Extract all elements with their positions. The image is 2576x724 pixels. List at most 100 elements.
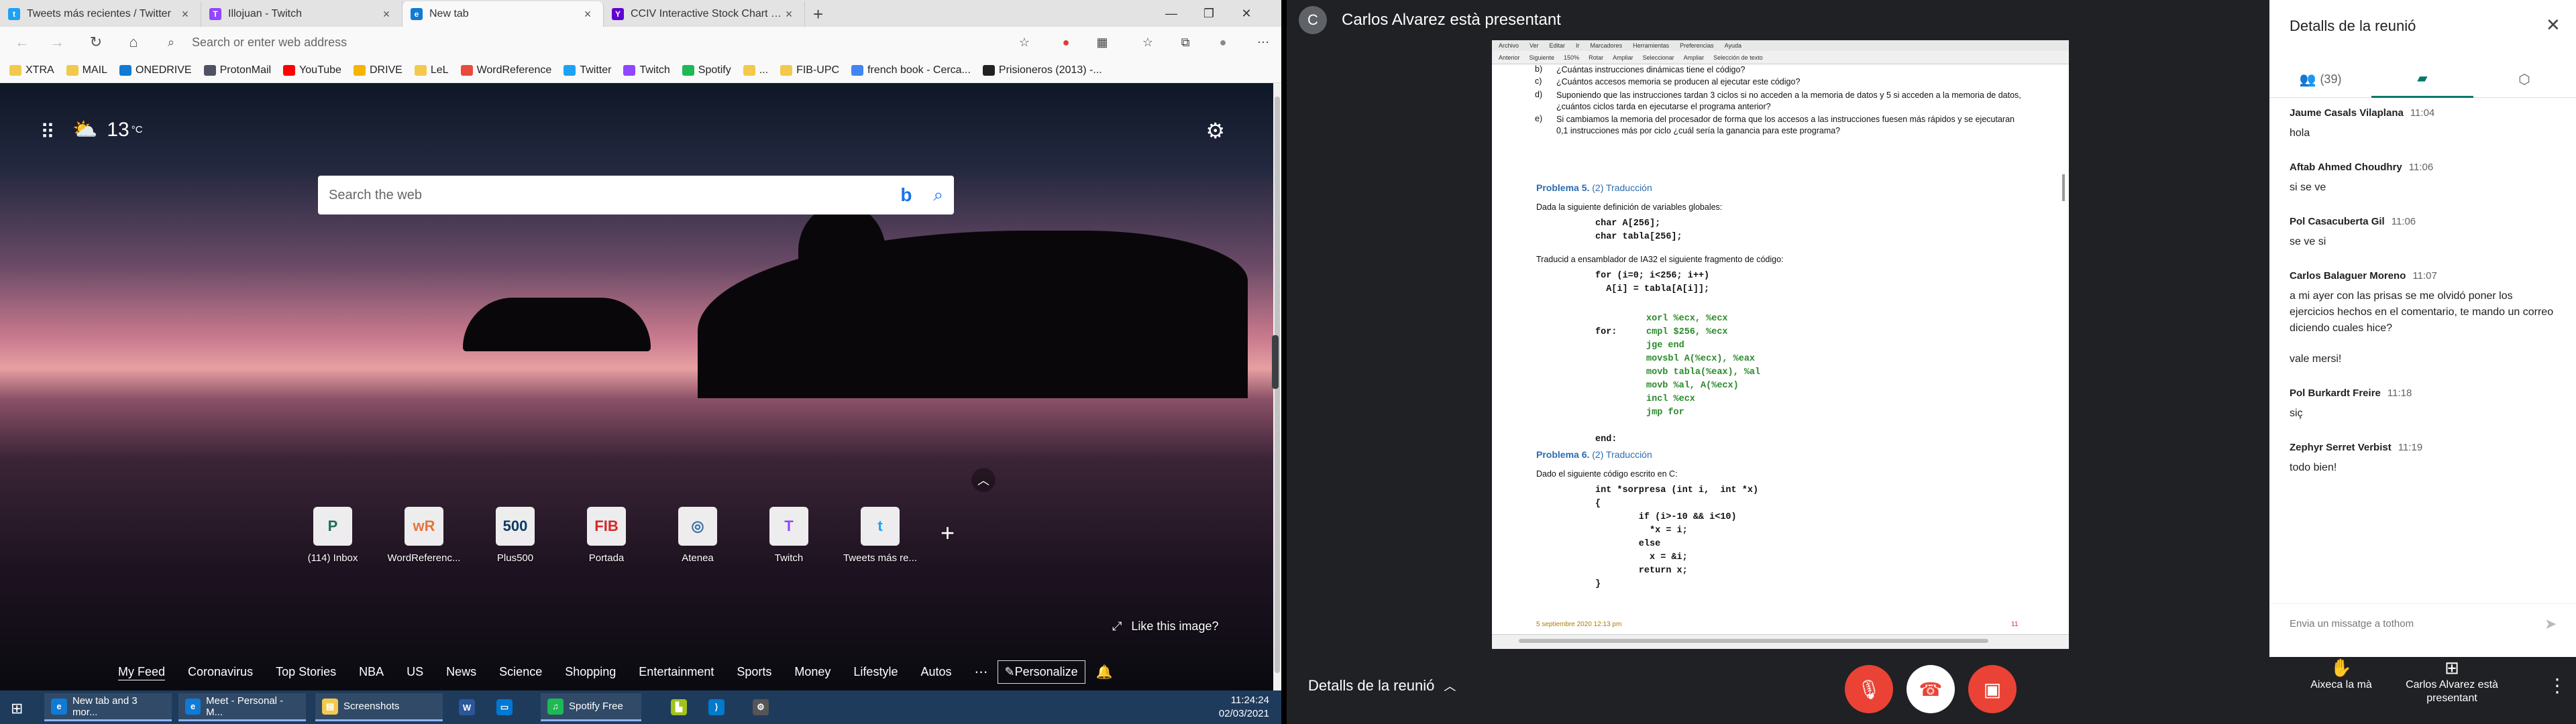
pdf-toolbar-item[interactable]: Selección de texto <box>1713 54 1763 61</box>
bookmark-item[interactable]: ProtonMail <box>203 64 271 76</box>
close-tab-icon[interactable]: × <box>782 7 796 21</box>
more-options-icon[interactable]: ⋮ <box>2548 674 2567 697</box>
raise-hand-button[interactable]: ✋ Aixeca la mà <box>2291 659 2392 692</box>
close-tab-icon[interactable]: × <box>379 7 394 21</box>
taskbar-app[interactable]: W <box>452 693 487 721</box>
favorites-icon[interactable]: ☆ <box>1139 34 1157 51</box>
profile-avatar-icon[interactable]: ● <box>1214 34 1232 51</box>
windows-start-icon[interactable]: ⊞ <box>11 700 23 717</box>
taskbar-app[interactable]: e Meet - Personal - M... <box>178 693 306 721</box>
address-bar[interactable]: ⌕ Search or enter web address <box>158 32 1051 53</box>
feed-tab[interactable]: Top Stories <box>276 665 336 679</box>
quick-link-tile[interactable]: P (114) Inbox <box>287 507 378 564</box>
bookmark-item[interactable]: french book - Cerca... <box>851 64 971 76</box>
extension-icon[interactable]: ● <box>1057 34 1075 51</box>
bookmark-item[interactable]: XTRA <box>9 64 54 76</box>
pdf-menu-item[interactable]: Ayuda <box>1725 42 1741 49</box>
bookmark-item[interactable]: ONEDRIVE <box>119 64 192 76</box>
split-handle[interactable] <box>1272 335 1279 389</box>
taskbar-app[interactable]: ▭ <box>490 693 525 721</box>
bookmark-item[interactable]: FIB-UPC <box>780 64 839 76</box>
forward-icon[interactable]: → <box>47 32 67 52</box>
hang-up-button[interactable]: ☎ <box>1907 665 1955 713</box>
feed-tab[interactable]: Shopping <box>565 665 616 679</box>
pdf-toolbar-item[interactable]: Ampliar <box>1613 54 1633 61</box>
system-clock[interactable]: 11:24:24 02/03/2021 <box>1219 694 1269 721</box>
bookmark-item[interactable]: DRIVE <box>353 64 402 76</box>
taskbar-app[interactable]: ⚙ <box>746 693 781 721</box>
close-window-icon[interactable]: ✕ <box>1228 0 1265 27</box>
refresh-icon[interactable]: ↻ <box>86 32 106 52</box>
back-icon[interactable]: ← <box>12 32 32 52</box>
pdf-toolbar-item[interactable]: Anterior <box>1499 54 1520 61</box>
bookmark-item[interactable]: WordReference <box>460 64 551 76</box>
bookmark-item[interactable]: LeL <box>414 64 449 76</box>
quick-link-tile[interactable]: 500 Plus500 <box>470 507 561 564</box>
quick-link-tile[interactable]: FIB Portada <box>561 507 652 564</box>
minimize-icon[interactable]: — <box>1152 0 1190 27</box>
bookmark-item[interactable]: Prisioneros (2013) -... <box>982 64 1102 76</box>
tab-twitter[interactable]: t Tweets más recientes / Twitter × <box>0 1 201 27</box>
mic-off-button[interactable]: 🎙 <box>1845 665 1893 713</box>
feed-tab[interactable]: My Feed <box>118 665 165 679</box>
web-search-box[interactable]: Search the web b ⌕ <box>318 176 954 215</box>
tab-stock-chart[interactable]: Y CCIV Interactive Stock Chart | Ch × <box>604 1 805 27</box>
bookmark-item[interactable]: YouTube <box>283 64 341 76</box>
weather-widget[interactable]: ⛅ 13 °C <box>72 118 143 141</box>
quick-link-tile[interactable]: ◎ Atenea <box>652 507 743 564</box>
chat-input[interactable]: Envia un missatge a tothom ➤ <box>2269 603 2576 644</box>
tab-twitch[interactable]: T Illojuan - Twitch × <box>201 1 402 27</box>
tab-new-tab[interactable]: e New tab × <box>402 1 604 27</box>
pdf-menu-item[interactable]: Herramientas <box>1633 42 1669 49</box>
tab-activities[interactable]: ⬡ <box>2473 60 2575 98</box>
pdf-menu-item[interactable]: Ir <box>1576 42 1580 49</box>
feed-tab[interactable]: US <box>407 665 423 679</box>
pdf-menu-item[interactable]: Archivo <box>1499 42 1519 49</box>
taskbar-app[interactable]: ⟩ <box>702 693 737 721</box>
feed-tab[interactable]: Lifestyle <box>853 665 898 679</box>
tab-people[interactable]: 👥 (39) <box>2269 60 2371 98</box>
camera-off-button[interactable]: ▣ <box>1968 665 2017 713</box>
presenting-button[interactable]: ⊞ Carlos Alvarez està presentant <box>2402 659 2502 705</box>
personalize-button[interactable]: ✎ Personalize <box>997 660 1085 684</box>
pdf-menu-item[interactable]: Preferencias <box>1680 42 1714 49</box>
favorite-star-icon[interactable]: ☆ <box>1016 34 1033 51</box>
taskbar-app[interactable]: ▤ Screenshots <box>315 693 443 721</box>
close-icon[interactable]: ✕ <box>2546 15 2561 36</box>
close-tab-icon[interactable]: × <box>580 7 595 21</box>
taskbar-app[interactable]: e New tab and 3 mor... <box>44 693 172 721</box>
feed-tab[interactable]: Autos <box>920 665 951 679</box>
more-menu-icon[interactable]: ⋯ <box>1254 34 1272 51</box>
taskbar-app[interactable]: ▙ <box>664 693 699 721</box>
quick-link-tile[interactable]: t Tweets más re... <box>835 507 926 564</box>
pdf-toolbar-item[interactable]: 150% <box>1564 54 1579 61</box>
add-quick-link-icon[interactable]: + <box>941 519 955 547</box>
more-feeds-icon[interactable]: ⋯ <box>975 664 988 680</box>
extension-icon[interactable]: ▦ <box>1093 34 1111 51</box>
taskbar-app[interactable]: ♫ Spotify Free <box>541 693 641 721</box>
pdf-toolbar-item[interactable]: Siguiente <box>1529 54 1555 61</box>
close-tab-icon[interactable]: × <box>178 7 193 21</box>
like-image-link[interactable]: ⤢ Like this image? <box>1112 619 1218 634</box>
pdf-menu-item[interactable]: Marcadores <box>1591 42 1623 49</box>
quick-link-tile[interactable]: T Twitch <box>743 507 835 564</box>
pdf-menu-item[interactable]: Editar <box>1550 42 1566 49</box>
apps-grid-icon[interactable]: ⠿ <box>40 121 55 144</box>
pdf-toolbar-item[interactable]: Ampliar <box>1684 54 1705 61</box>
send-icon[interactable]: ➤ <box>2544 615 2557 633</box>
chevron-up-icon[interactable]: ︿ <box>971 468 996 492</box>
pdf-toolbar-item[interactable]: Rotar <box>1589 54 1603 61</box>
feed-tab[interactable]: Science <box>499 665 542 679</box>
quick-link-tile[interactable]: wR WordReferenc... <box>378 507 470 564</box>
bookmark-item[interactable]: Spotify <box>682 64 731 76</box>
restore-icon[interactable]: ❐ <box>1190 0 1228 27</box>
collections-icon[interactable]: ⧉ <box>1177 34 1194 51</box>
meeting-details-button[interactable]: Detalls de la reunió ︿ <box>1308 677 1456 695</box>
notification-bell-icon[interactable]: 🔔 <box>1096 664 1113 680</box>
bookmark-item[interactable]: Twitch <box>623 64 670 76</box>
feed-tab[interactable]: Entertainment <box>639 665 714 679</box>
page-settings-gear-icon[interactable]: ⚙ <box>1205 118 1225 143</box>
feed-tab[interactable]: News <box>446 665 476 679</box>
new-tab-button[interactable]: + <box>813 4 823 25</box>
feed-tab[interactable]: Money <box>794 665 830 679</box>
